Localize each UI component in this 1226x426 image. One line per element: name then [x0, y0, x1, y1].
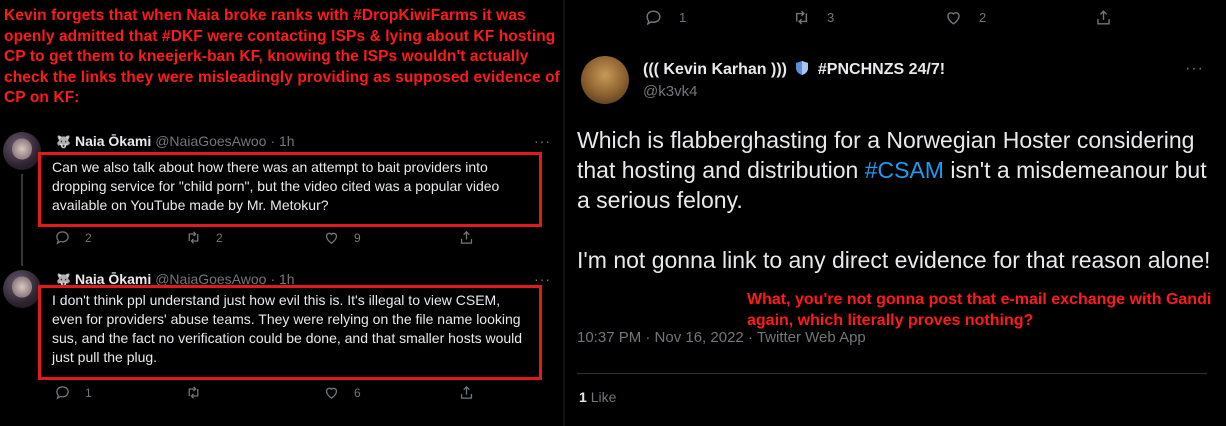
retweet-count: 3: [827, 10, 835, 25]
tweet-text: Can we also talk about how there was an …: [38, 152, 542, 227]
shield-icon: [796, 61, 809, 75]
reply-count: 1: [679, 10, 687, 25]
heart-icon: [947, 12, 960, 25]
right-panel: 1 3 2 ((( Kevin Karhan ))) #PNCHNZS 24/7…: [565, 0, 1226, 426]
reply-icon: [56, 231, 69, 245]
avatar[interactable]: [3, 132, 41, 170]
tweet-paragraph-1: Which is flabberghasting for a Norwegian…: [577, 127, 1207, 213]
retweet-button[interactable]: 2: [185, 229, 223, 246]
separator: [577, 373, 1207, 374]
reply-icon: [56, 386, 69, 400]
display-name[interactable]: Naia Ōkami: [75, 133, 151, 149]
retweet-icon: [796, 10, 807, 25]
share-icon: [1097, 10, 1110, 25]
reply-button[interactable]: 1: [54, 384, 92, 401]
like-button[interactable]: 9: [323, 229, 361, 246]
wolf-emoji-icon: 🐺: [56, 135, 71, 149]
tweet-1[interactable]: 🐺 Naia Ōkami @NaiaGoesAwoo · 1h ··· Can we …: [0, 130, 565, 266]
timestamp[interactable]: · 1h: [270, 133, 294, 149]
like-count: 2: [979, 10, 987, 25]
more-options-icon[interactable]: ···: [534, 133, 551, 149]
share-button[interactable]: [458, 229, 475, 246]
like-button[interactable]: 6: [323, 384, 361, 401]
reply-button[interactable]: 1: [644, 8, 686, 27]
tweet-header: 🐺 Naia Ōkami @NaiaGoesAwoo · 1h: [56, 133, 295, 149]
retweet-icon: [188, 386, 199, 399]
previous-tweet-actions: 1 3 2: [640, 8, 1180, 30]
share-icon: [460, 385, 473, 399]
retweet-button[interactable]: 3: [792, 8, 834, 27]
tweet-timestamp[interactable]: 10:37 PM · Nov 16, 2022 · Twitter Web Ap…: [577, 329, 866, 346]
tweet-2[interactable]: 🐺 Naia Ōkami @NaiaGoesAwoo · 1h ··· I don't…: [0, 268, 565, 418]
likes-summary[interactable]: 1 Like: [579, 389, 616, 405]
left-panel: Kevin forgets that when Naia broke ranks…: [0, 0, 565, 426]
retweet-count: 2: [216, 230, 223, 245]
reply-count: 2: [85, 230, 92, 245]
like-button[interactable]: 2: [944, 8, 986, 27]
tweet-paragraph-2: I'm not gonna link to any direct evidenc…: [577, 247, 1211, 273]
share-button[interactable]: [458, 384, 475, 401]
like-count: 9: [354, 230, 361, 245]
annotation-caption: Kevin forgets that when Naia broke ranks…: [4, 7, 560, 106]
heart-icon: [325, 232, 338, 244]
tweet-text: Which is flabberghasting for a Norwegian…: [577, 125, 1217, 305]
more-options-icon[interactable]: ···: [1185, 60, 1204, 78]
share-icon: [460, 230, 473, 244]
handle[interactable]: @NaiaGoesAwoo: [155, 133, 266, 149]
retweet-button[interactable]: [185, 384, 216, 401]
avatar[interactable]: [3, 270, 41, 308]
reply-button[interactable]: 2: [54, 229, 92, 246]
display-name-suffix: #PNCHNZS 24/7!: [817, 61, 946, 78]
reply-icon: [646, 10, 661, 26]
thread-line: [21, 174, 23, 266]
share-button[interactable]: [1094, 8, 1113, 27]
tweet-actions: 1 6: [48, 384, 508, 404]
handle[interactable]: @k3vk4: [643, 83, 697, 100]
tweet-actions: 2 2 9: [48, 229, 508, 249]
retweet-icon: [188, 231, 199, 244]
like-count: 6: [354, 385, 361, 400]
annotation-overlay: What, you're not gonna post that e-mail …: [747, 291, 1212, 329]
reply-count: 1: [85, 385, 92, 400]
likes-count: 1: [579, 389, 587, 405]
avatar[interactable]: [581, 56, 629, 104]
tweet-text: I don't think ppl understand just how ev…: [38, 285, 542, 380]
display-name-prefix: ((( Kevin Karhan ))): [643, 61, 787, 78]
likes-label: Like: [590, 389, 617, 405]
heart-icon: [325, 387, 338, 399]
hashtag-link[interactable]: #CSAM: [865, 157, 944, 183]
display-name[interactable]: ((( Kevin Karhan ))) #PNCHNZS 24/7!: [643, 60, 945, 79]
